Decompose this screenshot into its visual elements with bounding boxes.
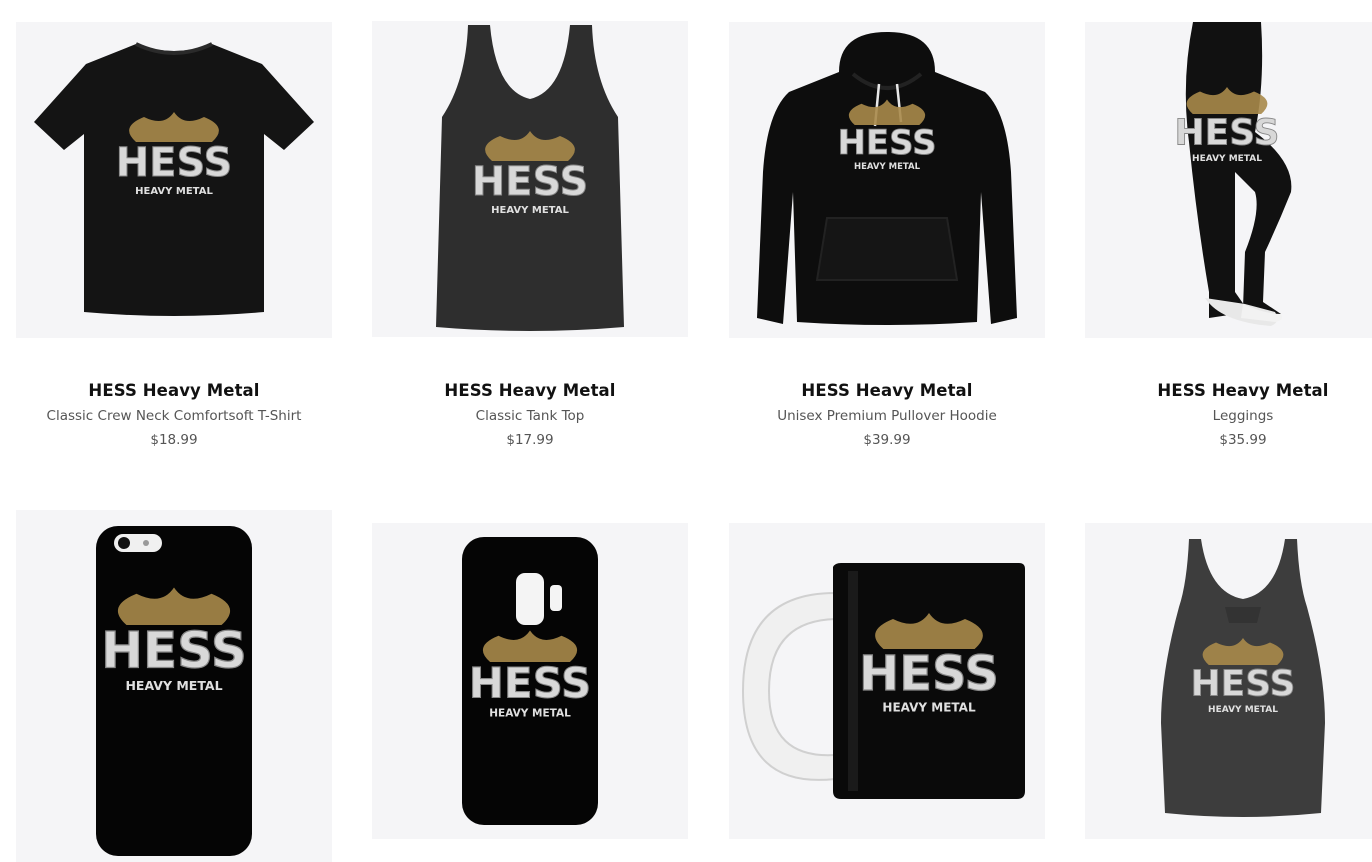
- black-tshirt-icon: HESS HEAVY METAL: [34, 42, 314, 316]
- product-image-tshirt[interactable]: HESS HEAVY METAL: [16, 22, 332, 338]
- hoodie-icon: HESS HEAVY METAL: [757, 32, 1017, 325]
- svg-text:HESS: HESS: [859, 646, 999, 702]
- svg-text:HEAVY METAL: HEAVY METAL: [125, 678, 222, 693]
- product-image-mug[interactable]: HESS HEAVY METAL: [729, 523, 1045, 839]
- product-price: $35.99: [1219, 432, 1267, 448]
- product-title[interactable]: HESS Heavy Metal: [372, 380, 688, 402]
- product-card-leggings[interactable]: HESS HEAVY METAL HESS Heavy Metal Leggin…: [1085, 22, 1372, 462]
- svg-text:HESS: HESS: [1175, 113, 1280, 154]
- product-title[interactable]: HESS Heavy Metal: [16, 380, 332, 402]
- product-card-racerback-tank[interactable]: HESS HEAVY METAL: [1085, 523, 1372, 839]
- product-card-tshirt[interactable]: HESS HEAVY METAL HESS Heavy Metal Classi…: [16, 22, 332, 462]
- svg-text:HEAVY METAL: HEAVY METAL: [1208, 705, 1278, 715]
- galaxy-case-icon: HESS HEAVY METAL: [462, 537, 598, 825]
- svg-text:HEAVY METAL: HEAVY METAL: [882, 700, 976, 714]
- svg-text:HESS: HESS: [472, 159, 589, 205]
- product-price: $39.99: [863, 432, 911, 448]
- product-card-galaxy-case[interactable]: HESS HEAVY METAL: [372, 523, 688, 839]
- product-price: $18.99: [150, 432, 198, 448]
- product-image-racerback-tank[interactable]: HESS HEAVY METAL: [1085, 523, 1372, 839]
- tank-top-icon: HESS HEAVY METAL: [436, 25, 624, 331]
- mug-icon: HESS HEAVY METAL: [741, 563, 1025, 799]
- iphone-case-icon: HESS HEAVY METAL: [96, 526, 252, 856]
- svg-text:HESS: HESS: [116, 140, 233, 186]
- svg-text:HEAVY METAL: HEAVY METAL: [489, 708, 571, 720]
- svg-text:HESS: HESS: [1191, 664, 1296, 705]
- product-subtitle: Unisex Premium Pullover Hoodie: [777, 408, 997, 424]
- product-card-mug[interactable]: HESS HEAVY METAL: [729, 523, 1045, 839]
- svg-text:HEAVY METAL: HEAVY METAL: [854, 162, 921, 172]
- svg-text:HEAVY METAL: HEAVY METAL: [491, 205, 569, 216]
- product-image-leggings[interactable]: HESS HEAVY METAL: [1085, 22, 1372, 338]
- product-card-hoodie[interactable]: HESS HEAVY METAL HESS Heavy Metal Unisex…: [729, 22, 1045, 462]
- product-subtitle: Classic Tank Top: [475, 408, 585, 424]
- product-subtitle: Leggings: [1212, 408, 1274, 424]
- product-title[interactable]: HESS Heavy Metal: [729, 380, 1045, 402]
- leggings-icon: HESS HEAVY METAL: [1174, 22, 1292, 326]
- svg-text:HEAVY METAL: HEAVY METAL: [1192, 154, 1262, 164]
- product-card-iphone-case[interactable]: HESS HEAVY METAL: [16, 510, 332, 862]
- product-image-hoodie[interactable]: HESS HEAVY METAL: [729, 22, 1045, 338]
- product-grid: HESS HEAVY METAL HESS Heavy Metal Classi…: [0, 0, 1372, 862]
- racerback-tank-icon: HESS HEAVY METAL: [1161, 539, 1325, 817]
- product-price: $17.99: [506, 432, 554, 448]
- product-card-tank-top[interactable]: HESS HEAVY METAL HESS Heavy Metal Classi…: [372, 21, 688, 462]
- product-image-galaxy-case[interactable]: HESS HEAVY METAL: [372, 523, 688, 839]
- product-image-tank-top[interactable]: HESS HEAVY METAL: [372, 21, 688, 337]
- svg-text:HESS: HESS: [837, 123, 936, 163]
- product-subtitle: Classic Crew Neck Comfortsoft T-Shirt: [46, 408, 302, 424]
- svg-text:HESS: HESS: [101, 622, 247, 680]
- svg-text:HEAVY METAL: HEAVY METAL: [135, 186, 213, 197]
- svg-text:HESS: HESS: [469, 659, 591, 708]
- product-image-iphone-case[interactable]: HESS HEAVY METAL: [16, 510, 332, 862]
- product-title[interactable]: HESS Heavy Metal: [1085, 380, 1372, 402]
